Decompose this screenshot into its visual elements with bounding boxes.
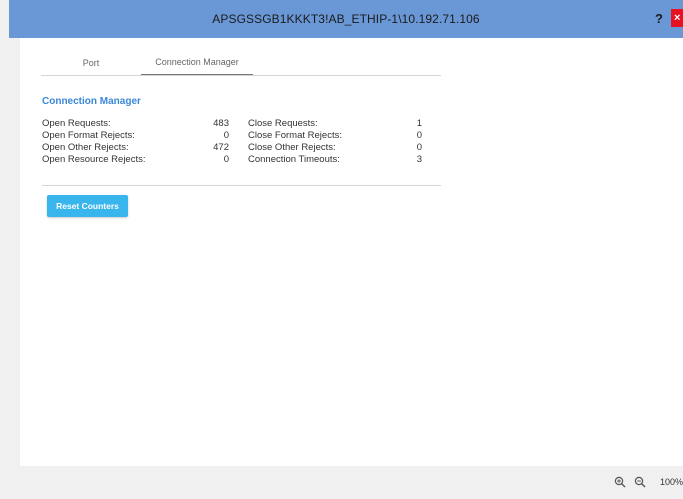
counter-label: Open Other Rejects: [42, 142, 129, 153]
counter-value: 3 [416, 154, 422, 165]
status-bar [9, 466, 683, 499]
zoom-level: 100% [660, 477, 683, 487]
divider [42, 185, 441, 186]
counter-value: 0 [223, 154, 229, 165]
left-frame-edge [0, 0, 9, 499]
counter-label: Close Other Rejects: [248, 142, 336, 153]
zoom-in-icon[interactable] [614, 476, 626, 488]
counters-table: Open Requests: 483 Close Requests: 1 Ope… [42, 118, 441, 166]
counter-label: Close Requests: [248, 118, 318, 129]
counter-row: Open Format Rejects: 0 Close Format Reje… [42, 130, 441, 142]
counter-value: 483 [213, 118, 229, 129]
counter-row: Open Other Rejects: 472 Close Other Reje… [42, 142, 441, 154]
tab-bar: Port Connection Manager [41, 50, 441, 76]
tab-connection-manager[interactable]: Connection Manager [141, 50, 253, 75]
counter-row: Open Resource Rejects: 0 Connection Time… [42, 154, 441, 166]
counter-label: Close Format Rejects: [248, 130, 342, 141]
tab-port[interactable]: Port [41, 50, 141, 75]
counter-value: 0 [416, 130, 422, 141]
reset-counters-button[interactable]: Reset Counters [47, 195, 128, 217]
counter-value: 1 [416, 118, 422, 129]
counter-row: Open Requests: 483 Close Requests: 1 [42, 118, 441, 130]
counter-value: 0 [416, 142, 422, 153]
counter-label: Open Resource Rejects: [42, 154, 146, 165]
close-button[interactable]: × [671, 9, 683, 27]
counter-label: Open Requests: [42, 118, 111, 129]
zoom-out-icon[interactable] [634, 476, 646, 488]
help-button[interactable]: ? [655, 11, 663, 26]
window-title: APSGSSGB1KKKT3!AB_ETHIP-1\10.192.71.106 [212, 12, 480, 26]
section-title: Connection Manager [42, 96, 141, 107]
counter-label: Open Format Rejects: [42, 130, 135, 141]
counter-value: 0 [223, 130, 229, 141]
content-panel: Port Connection Manager Connection Manag… [20, 38, 683, 466]
counter-value: 472 [213, 142, 229, 153]
title-bar: APSGSSGB1KKKT3!AB_ETHIP-1\10.192.71.106 … [9, 0, 683, 38]
counter-label: Connection Timeouts: [248, 154, 340, 165]
